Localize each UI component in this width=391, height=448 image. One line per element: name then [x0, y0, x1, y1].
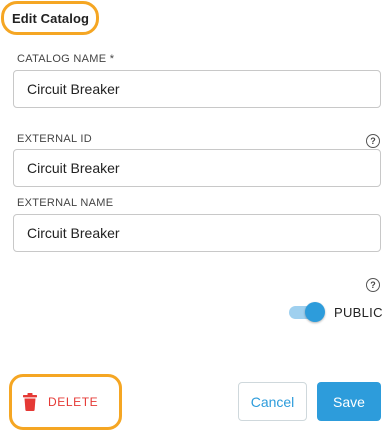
delete-button[interactable]: DELETE [22, 388, 98, 416]
external-name-field[interactable]: Circuit Breaker [13, 214, 381, 252]
public-label: PUBLIC [334, 305, 383, 320]
help-circle-icon[interactable]: ? [366, 278, 380, 292]
external-id-label: EXTERNAL ID [17, 133, 93, 145]
trash-icon [23, 393, 37, 411]
public-toggle-knob[interactable] [305, 302, 325, 322]
external-name-label: EXTERNAL NAME [17, 197, 114, 209]
save-button[interactable]: Save [317, 382, 381, 421]
cancel-button[interactable]: Cancel [238, 382, 307, 421]
page-title: Edit Catalog [12, 11, 90, 26]
external-id-field[interactable]: Circuit Breaker [13, 149, 381, 187]
delete-label: DELETE [48, 395, 99, 409]
catalog-name-label: CATALOG NAME * [17, 53, 115, 65]
help-circle-icon[interactable]: ? [366, 134, 380, 148]
catalog-name-field[interactable]: Circuit Breaker [13, 70, 381, 108]
